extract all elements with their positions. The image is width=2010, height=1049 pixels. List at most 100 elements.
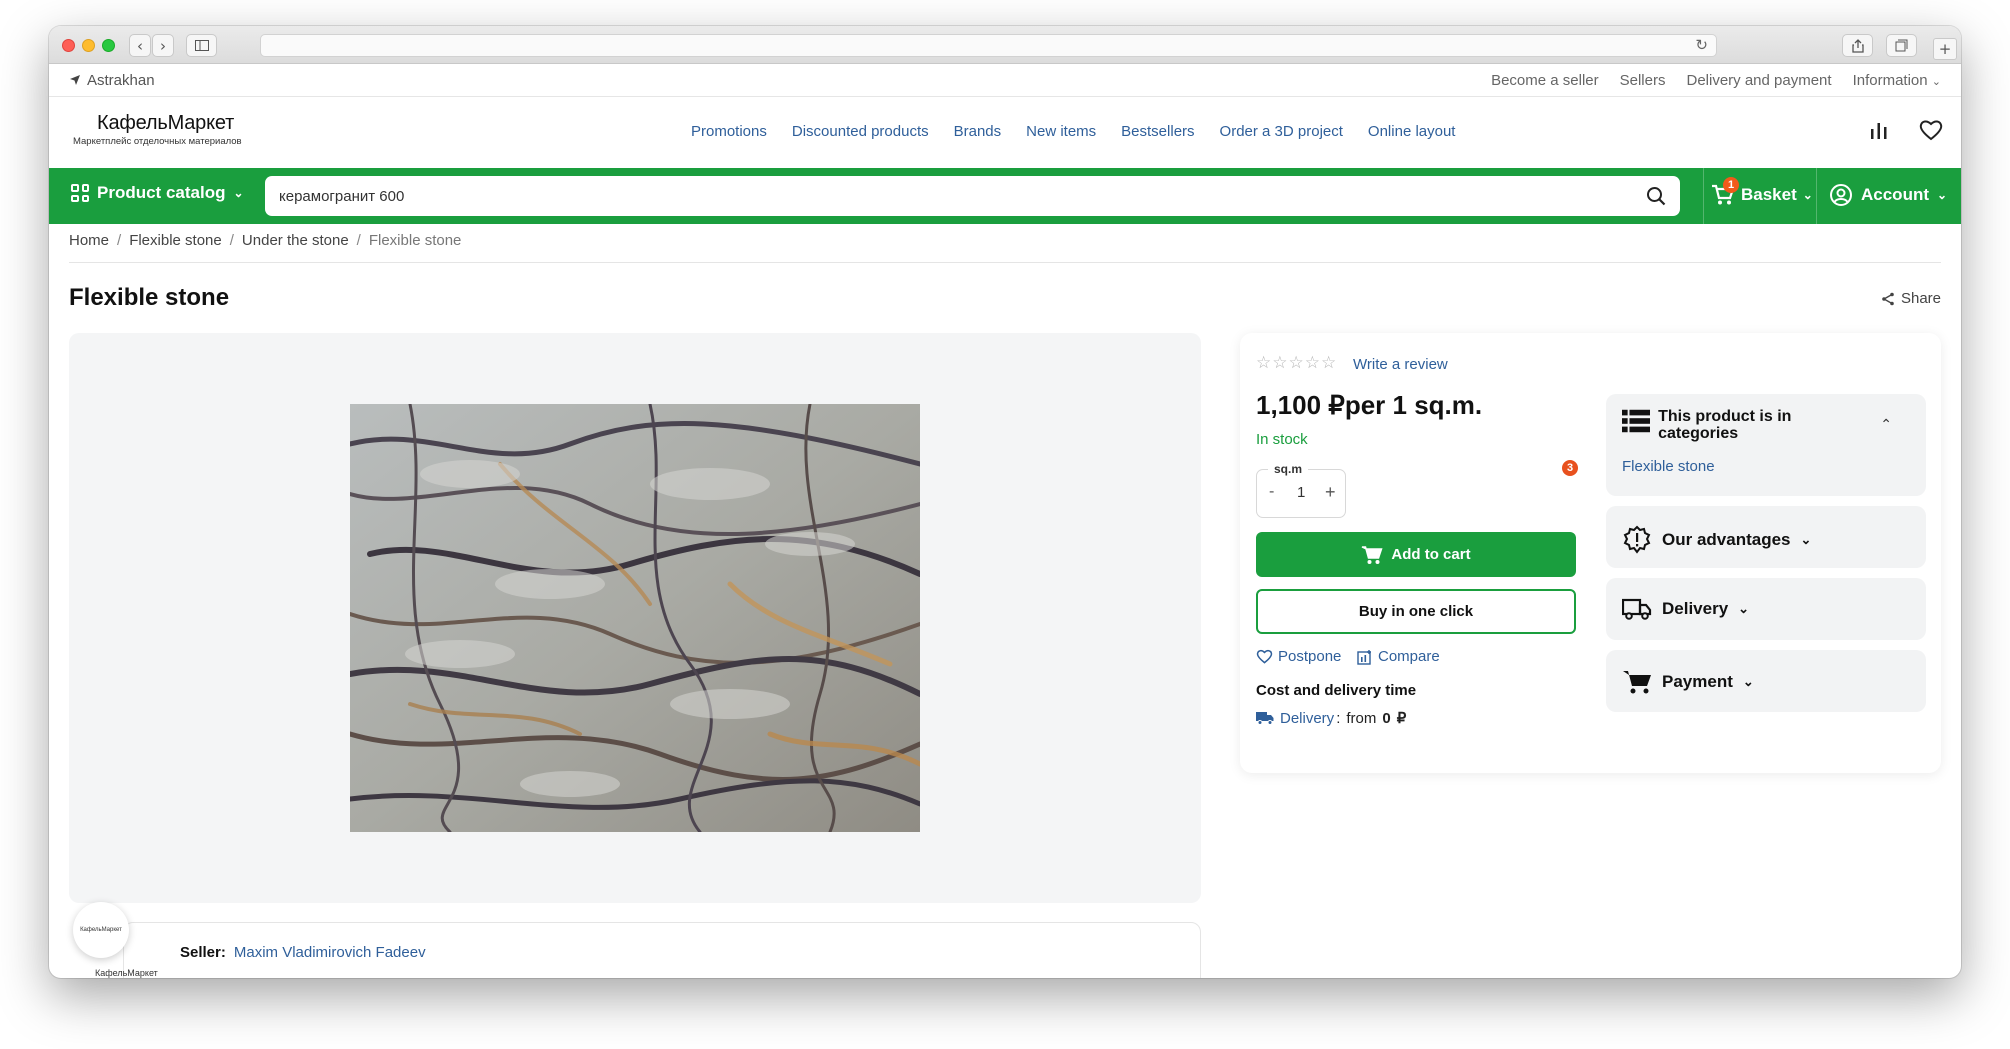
address-bar[interactable]: ↻ — [260, 34, 1717, 57]
grid-icon — [71, 184, 89, 202]
buy-one-click-button[interactable]: Buy in one click — [1256, 589, 1576, 634]
rating-stars[interactable]: ☆☆☆☆☆ — [1256, 353, 1337, 373]
sidebar-toggle-icon[interactable] — [186, 34, 217, 57]
seller-avatar[interactable]: КафельМаркет — [73, 902, 129, 958]
product-photo[interactable] — [350, 404, 920, 832]
delivery-header: Delivery ⌄ — [1622, 597, 1749, 621]
chevron-down-icon: ⌄ — [1738, 601, 1750, 616]
search-box — [265, 176, 1680, 216]
categories-title: This product is in categories — [1658, 408, 1792, 442]
nav-discounted-products[interactable]: Discounted products — [792, 123, 929, 140]
share-browser-icon[interactable] — [1842, 34, 1873, 57]
product-gallery — [69, 333, 1201, 903]
quantity-input[interactable]: 1 — [1297, 484, 1305, 501]
star-icon: ☆ — [1288, 353, 1305, 373]
share-button[interactable]: Share — [1881, 290, 1941, 307]
cart-icon — [1623, 671, 1651, 694]
delivery-panel[interactable]: Delivery ⌄ — [1606, 578, 1926, 640]
delivery-colon: : — [1336, 709, 1341, 727]
search-input[interactable] — [279, 187, 1597, 205]
postpone-button[interactable]: Postpone — [1256, 648, 1341, 665]
search-icon[interactable] — [1646, 186, 1666, 206]
category-link[interactable]: Flexible stone — [1622, 458, 1715, 475]
star-icon: ☆ — [1256, 353, 1273, 373]
seller-avatar-logo-text: КафельМаркет — [80, 927, 122, 933]
account-label: Account — [1861, 185, 1929, 204]
new-tab-icon[interactable]: + — [1933, 38, 1957, 60]
nav-new-items[interactable]: New items — [1026, 123, 1096, 140]
basket-button[interactable]: 1 Basket ⌄ — [1711, 177, 1813, 206]
breadcrumb-home[interactable]: Home — [69, 232, 109, 249]
cart-icon — [1362, 545, 1383, 564]
product-catalog-button[interactable]: Product catalog ⌄ — [71, 183, 244, 203]
nav-promotions[interactable]: Promotions — [691, 123, 767, 140]
page-title: Flexible stone — [69, 284, 230, 311]
delivery-payment-link[interactable]: Delivery and payment — [1686, 72, 1831, 89]
city-selector[interactable]: Astrakhan — [69, 72, 155, 89]
quantity-increase-button[interactable]: + — [1325, 482, 1336, 503]
chevron-down-icon: ⌄ — [1802, 188, 1813, 202]
compare-button[interactable]: Compare — [1357, 648, 1440, 665]
nav-online-layout[interactable]: Online layout — [1368, 123, 1456, 140]
minimize-window-button[interactable] — [82, 39, 95, 52]
seller-logo-caption: КафельМаркет — [95, 968, 158, 978]
information-label: Information — [1852, 71, 1928, 89]
add-to-cart-button[interactable]: Add to cart — [1256, 532, 1576, 577]
advantages-panel[interactable]: Our advantages ⌄ — [1606, 506, 1926, 568]
tabs-overview-icon[interactable] — [1886, 34, 1917, 57]
breadcrumb-flexible-stone[interactable]: Flexible stone — [129, 232, 222, 249]
share-label: Share — [1900, 290, 1941, 307]
chevron-down-icon: ⌄ — [1800, 532, 1812, 547]
close-window-button[interactable] — [62, 39, 75, 52]
share-icon — [1882, 292, 1894, 305]
stone-texture-image — [350, 404, 920, 832]
delivery-currency: ₽ — [1396, 710, 1407, 727]
nav-order-3d-project[interactable]: Order a 3D project — [1220, 123, 1343, 140]
favorites-heart-icon[interactable] — [1919, 119, 1943, 141]
account-button[interactable]: Account ⌄ — [1829, 183, 1947, 207]
delivery-panel-label: Delivery — [1662, 599, 1729, 618]
delivery-truck-icon — [1256, 712, 1274, 725]
star-icon: ☆ — [1272, 353, 1289, 373]
site-logo[interactable]: КафельМаркет Маркетплейс отделочных мате… — [73, 112, 242, 147]
browser-titlebar: ‹ › ↻ + — [49, 26, 1961, 64]
location-arrow-icon — [70, 75, 80, 85]
advantages-label: Our advantages — [1662, 530, 1791, 549]
breadcrumb-under-the-stone[interactable]: Under the stone — [242, 232, 349, 249]
stock-status: In stock — [1256, 431, 1308, 448]
nav-bestsellers[interactable]: Bestsellers — [1121, 123, 1194, 140]
chevron-down-icon: ⌄ — [1937, 188, 1948, 202]
basket-count-badge: 1 — [1723, 177, 1739, 193]
site-header: КафельМаркет Маркетплейс отделочных мате… — [49, 97, 1961, 168]
quantity-decrease-button[interactable]: - — [1269, 483, 1274, 501]
back-icon[interactable]: ‹ — [129, 34, 151, 57]
divider — [1703, 168, 1704, 224]
chevron-up-icon[interactable]: ⌃ — [1880, 416, 1892, 433]
catalog-label: Product catalog — [97, 183, 226, 202]
breadcrumb-current: Flexible stone — [368, 232, 462, 249]
write-review-link[interactable]: Write a review — [1353, 356, 1448, 373]
purchase-card: ☆☆☆☆☆ Write a review 1,100 ₽per 1 sq.m. … — [1240, 333, 1941, 773]
information-menu[interactable]: Information ⌄ — [1853, 72, 1941, 89]
breadcrumb-separator: / — [356, 232, 361, 249]
postpone-label: Postpone — [1278, 648, 1342, 665]
divider — [69, 262, 1941, 263]
maximize-window-button[interactable] — [102, 39, 115, 52]
payment-panel[interactable]: Payment ⌄ — [1606, 650, 1926, 712]
sellers-link[interactable]: Sellers — [1620, 72, 1666, 89]
categories-header[interactable]: This product is in categories — [1622, 408, 1862, 442]
header-icons — [1869, 119, 1943, 141]
delivery-link[interactable]: Delivery — [1280, 710, 1334, 727]
main-nav: Promotions Discounted products Brands Ne… — [691, 123, 1455, 140]
reload-icon[interactable]: ↻ — [1695, 36, 1708, 54]
logo-tagline: Маркетплейс отделочных материалов — [73, 136, 242, 147]
become-seller-link[interactable]: Become a seller — [1491, 72, 1599, 89]
city-label: Astrakhan — [87, 71, 155, 89]
delivery-from: from — [1346, 709, 1377, 727]
star-icon: ☆ — [1321, 353, 1338, 373]
delivery-amount: 0 — [1382, 709, 1391, 727]
forward-icon[interactable]: › — [152, 34, 174, 57]
seller-name-link[interactable]: Maxim Vladimirovich Fadeev — [234, 944, 426, 961]
compare-chart-icon[interactable] — [1869, 120, 1889, 140]
nav-brands[interactable]: Brands — [954, 123, 1002, 140]
